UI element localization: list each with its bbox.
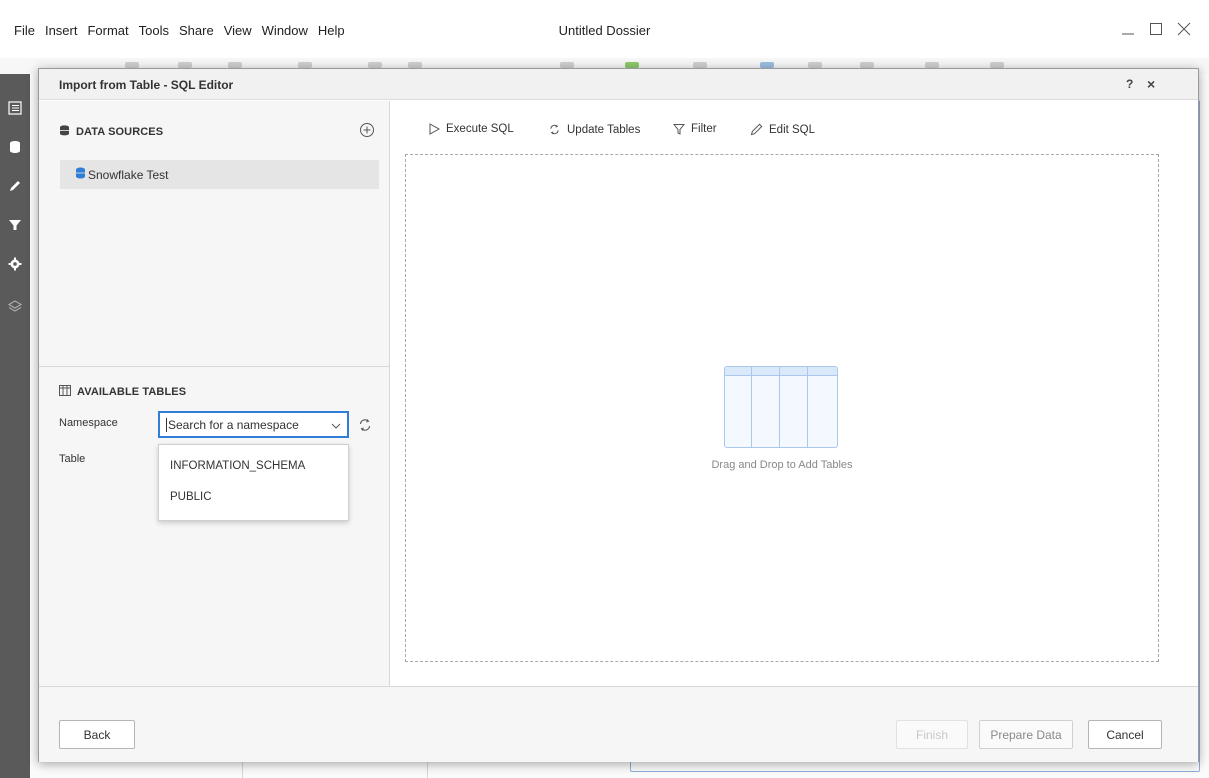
left-pane: DATA SOURCES Snowflake Test AVAILABLE TA… (39, 101, 390, 686)
cancel-button[interactable]: Cancel (1088, 720, 1162, 749)
update-tables-label: Update Tables (567, 123, 641, 136)
execute-sql-label: Execute SQL (446, 123, 514, 135)
drop-zone-hint: Drag and Drop to Add Tables (711, 459, 853, 471)
plus-circle-icon (360, 123, 374, 137)
database-icon (59, 125, 70, 139)
dialog-title: Import from Table - SQL Editor (59, 78, 234, 92)
empty-table-icon (724, 366, 838, 448)
text-caret (166, 417, 167, 432)
table-drop-zone[interactable]: Drag and Drop to Add Tables (405, 154, 1159, 662)
namespace-option[interactable]: INFORMATION_SCHEMA (170, 460, 305, 472)
back-button[interactable]: Back (59, 720, 135, 749)
play-icon (429, 123, 440, 135)
update-tables-button[interactable]: Update Tables (548, 123, 640, 136)
available-tables-header: AVAILABLE TABLES (59, 385, 186, 399)
namespace-option[interactable]: PUBLIC (170, 491, 212, 503)
menu-insert[interactable]: Insert (45, 23, 78, 38)
menu-share[interactable]: Share (179, 23, 214, 38)
menu-view[interactable]: View (224, 23, 252, 38)
close-icon[interactable]: × (1147, 76, 1155, 92)
settings-icon[interactable] (5, 254, 25, 274)
app-menubar: File Insert Format Tools Share View Wind… (0, 0, 1209, 60)
namespace-label: Namespace (59, 417, 118, 429)
filter-label: Filter (691, 123, 717, 135)
execute-sql-button[interactable]: Execute SQL (428, 123, 514, 135)
dialog-header: Import from Table - SQL Editor ? × (39, 69, 1198, 100)
namespace-placeholder: Search for a namespace (168, 417, 299, 432)
refresh-icon (550, 124, 559, 135)
filter-button[interactable]: Filter (673, 123, 717, 135)
data-sources-header: DATA SOURCES (59, 125, 163, 139)
menu-tools[interactable]: Tools (139, 23, 169, 38)
pane-divider (39, 366, 389, 367)
layers-icon[interactable] (5, 296, 25, 316)
menu-format[interactable]: Format (87, 23, 128, 38)
menu-list: File Insert Format Tools Share View Wind… (14, 23, 345, 38)
data-sources-title: DATA SOURCES (76, 126, 164, 138)
data-source-label: Snowflake Test (88, 167, 169, 182)
close-window-icon[interactable] (1173, 18, 1195, 40)
namespace-search-input[interactable]: Search for a namespace (158, 411, 349, 438)
refresh-namespace-button[interactable] (357, 417, 373, 433)
menu-window[interactable]: Window (262, 23, 308, 38)
help-icon[interactable]: ? (1126, 77, 1133, 91)
sql-canvas-pane: Execute SQL Update Tables Filter Edit SQ… (391, 101, 1198, 686)
add-data-source-button[interactable] (359, 122, 375, 138)
filter-icon[interactable] (5, 215, 25, 235)
available-tables-title: AVAILABLE TABLES (77, 386, 187, 398)
edit-icon[interactable] (5, 176, 25, 196)
data-source-item[interactable]: Snowflake Test (60, 160, 379, 189)
database-icon[interactable] (5, 137, 25, 157)
finish-button[interactable]: Finish (896, 720, 968, 749)
dialog-footer: Back Finish Prepare Data Cancel (39, 686, 1198, 762)
edit-sql-button[interactable]: Edit SQL (750, 123, 815, 136)
refresh-icon (359, 419, 371, 431)
table-label: Table (59, 453, 86, 465)
edit-sql-label: Edit SQL (769, 123, 816, 136)
table-grid-icon (59, 385, 71, 399)
sql-editor-dialog: Import from Table - SQL Editor ? × DATA … (38, 68, 1199, 762)
database-icon (75, 167, 86, 182)
pencil-icon (750, 123, 763, 136)
dataset-icon[interactable] (5, 98, 25, 118)
prepare-data-button[interactable]: Prepare Data (979, 720, 1073, 749)
namespace-dropdown: INFORMATION_SCHEMA PUBLIC (158, 444, 349, 521)
app-left-toolbar (0, 74, 30, 778)
menu-file[interactable]: File (14, 23, 35, 38)
minimize-icon[interactable] (1117, 18, 1139, 40)
maximize-icon[interactable] (1145, 18, 1167, 40)
chevron-down-icon[interactable] (331, 420, 341, 430)
filter-icon (673, 124, 685, 135)
menu-help[interactable]: Help (318, 23, 345, 38)
